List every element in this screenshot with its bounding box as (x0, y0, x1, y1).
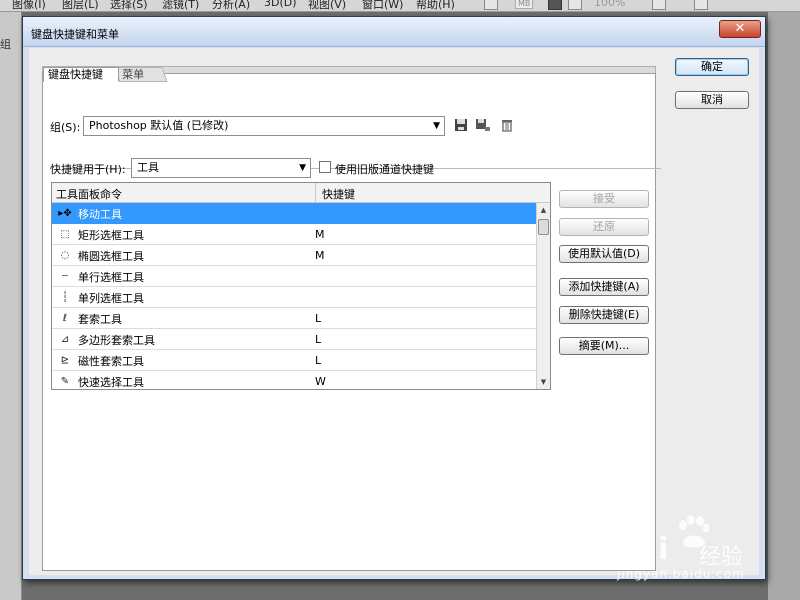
arrange-icon[interactable] (652, 0, 666, 10)
group-label: 组(S): (50, 121, 81, 134)
scroll-thumb[interactable] (538, 219, 549, 235)
menu-select[interactable]: 选择(S) (110, 0, 148, 11)
chevron-down-icon: ▼ (433, 121, 440, 131)
row-command: 单列选框工具 (78, 292, 144, 305)
table-header: 工具面板命令 快捷键 (52, 183, 550, 203)
table-row[interactable]: ℓ 套索工具 L (52, 308, 536, 329)
row-shortcut[interactable]: W (315, 375, 326, 388)
legacy-channel-label: 使用旧版通道快捷键 (335, 163, 434, 176)
trash-icon[interactable] (499, 118, 515, 134)
tab-keyboard-shortcuts[interactable]: 键盘快捷键 (43, 67, 119, 82)
ok-button[interactable]: 确定 (675, 58, 749, 76)
single-row-marquee-icon: ┄ (61, 271, 69, 282)
background-left-text: 组 (0, 38, 11, 51)
zoom-readout: 100% (594, 0, 626, 9)
menu-view[interactable]: 视图(V) (308, 0, 346, 11)
dropdown-icon[interactable] (568, 0, 582, 10)
dialog-client-area: 键盘快捷键 菜单 组(S): Photoshop 默认值 (已修改) ▼ 快捷键… (29, 48, 759, 575)
workspace-icon[interactable] (694, 0, 708, 10)
row-shortcut[interactable]: M (315, 249, 325, 262)
save-as-icon[interactable] (475, 118, 491, 134)
group-select-value: Photoshop 默认值 (已修改) (89, 119, 229, 132)
rect-marquee-icon: ⬚ (60, 229, 70, 240)
quick-selection-icon: ✎ (60, 376, 70, 387)
table-scrollbar[interactable]: ▲ ▼ (536, 203, 550, 389)
row-command: 多边形套索工具 (78, 334, 155, 347)
screen-mode-icon[interactable] (484, 0, 498, 10)
save-icon[interactable] (453, 118, 469, 134)
background-canvas-area (768, 12, 800, 600)
row-command: 移动工具 (78, 208, 122, 221)
summarize-button[interactable]: 摘要(M)... (559, 337, 649, 355)
shortcut-table: 工具面板命令 快捷键 ▸✥ 移动工具 ⬚ 矩形选框工具 M ◌ 椭圆选框工具 M… (51, 182, 551, 390)
close-button[interactable]: ✕ (719, 20, 761, 38)
menu-help[interactable]: 帮助(H) (416, 0, 455, 11)
watermark-brand: Bai (613, 532, 670, 567)
column-header-shortcut[interactable]: 快捷键 (316, 183, 536, 203)
row-command: 矩形选框工具 (78, 229, 144, 242)
row-shortcut[interactable]: M (315, 228, 325, 241)
shortcuts-for-label: 快捷键用于(H): (50, 163, 126, 176)
table-row[interactable]: ⊿ 多边形套索工具 L (52, 329, 536, 350)
watermark-url: jingyan.baidu.com (617, 567, 745, 581)
table-rows: ▸✥ 移动工具 ⬚ 矩形选框工具 M ◌ 椭圆选框工具 M ┄ 单行选框工具 ┆… (52, 203, 536, 389)
shortcuts-for-value: 工具 (137, 161, 159, 174)
keyboard-shortcuts-dialog: 键盘快捷键和菜单 ✕ 键盘快捷键 菜单 组(S): Photoshop 默认值 … (22, 16, 766, 580)
table-row[interactable]: ⬚ 矩形选框工具 M (52, 224, 536, 245)
delete-shortcut-button[interactable]: 删除快捷键(E) (559, 306, 649, 324)
menu-image[interactable]: 图像(I) (12, 0, 46, 11)
menu-3d[interactable]: 3D(D) (264, 0, 297, 9)
add-shortcut-button[interactable]: 添加快捷键(A) (559, 278, 649, 296)
move-tool-icon: ▸✥ (58, 208, 72, 219)
shortcuts-for-select[interactable]: 工具 ▼ (131, 158, 311, 178)
table-row[interactable]: ◌ 椭圆选框工具 M (52, 245, 536, 266)
menu-filter[interactable]: 滤镜(T) (162, 0, 199, 11)
baidu-jingyan-watermark: Bai 经验 jingyan.baidu.com (613, 515, 763, 585)
tab-menus-label: 菜单 (122, 68, 145, 81)
table-row[interactable]: ┄ 单行选框工具 (52, 266, 536, 287)
bridge-icon[interactable] (548, 0, 562, 10)
tab-menus[interactable]: 菜单 (114, 67, 168, 82)
row-shortcut[interactable]: L (315, 312, 321, 325)
polygonal-lasso-icon: ⊿ (60, 334, 70, 345)
scroll-up-icon[interactable]: ▲ (537, 203, 550, 217)
dialog-title: 键盘快捷键和菜单 (31, 28, 119, 41)
single-column-marquee-icon: ┆ (61, 292, 69, 303)
cancel-button[interactable]: 取消 (675, 91, 749, 109)
menu-window[interactable]: 窗口(W) (362, 0, 403, 11)
table-row[interactable]: ✎ 快速选择工具 W (52, 371, 536, 389)
row-command: 套索工具 (78, 313, 122, 326)
row-command: 椭圆选框工具 (78, 250, 144, 263)
menu-layer[interactable]: 图层(L) (62, 0, 99, 11)
chevron-down-icon: ▼ (299, 163, 306, 173)
magnetic-lasso-icon: ⊵ (60, 355, 70, 366)
close-icon: ✕ (734, 21, 746, 36)
ellipse-marquee-icon: ◌ (60, 250, 70, 261)
undo-button[interactable]: 还原 (559, 218, 649, 236)
column-header-command[interactable]: 工具面板命令 (52, 183, 316, 203)
background-left-toolbar: 组 (0, 12, 22, 600)
row-command: 快速选择工具 (78, 376, 144, 389)
menu-analysis[interactable]: 分析(A) (212, 0, 250, 11)
shortcuts-panel: 组(S): Photoshop 默认值 (已修改) ▼ 快捷键用于(H): 工具… (42, 73, 661, 571)
group-select[interactable]: Photoshop 默认值 (已修改) ▼ (83, 116, 445, 136)
dialog-titlebar[interactable]: 键盘快捷键和菜单 ✕ (23, 17, 765, 47)
use-default-button[interactable]: 使用默认值(D) (559, 245, 649, 263)
lasso-icon: ℓ (62, 313, 68, 324)
row-command: 磁性套索工具 (78, 355, 144, 368)
table-row[interactable]: ▸✥ 移动工具 (52, 203, 536, 224)
background-menubar: 图像(I) 图层(L) 选择(S) 滤镜(T) 分析(A) 3D(D) 视图(V… (0, 0, 800, 12)
row-shortcut[interactable]: L (315, 333, 321, 346)
row-command: 单行选框工具 (78, 271, 144, 284)
table-row[interactable]: ┆ 单列选框工具 (52, 287, 536, 308)
accept-button[interactable]: 接受 (559, 190, 649, 208)
mb-badge: MB (515, 0, 534, 9)
legacy-channel-checkbox[interactable] (319, 161, 331, 173)
scroll-down-icon[interactable]: ▼ (537, 375, 550, 389)
row-shortcut[interactable]: L (315, 354, 321, 367)
table-row[interactable]: ⊵ 磁性套索工具 L (52, 350, 536, 371)
